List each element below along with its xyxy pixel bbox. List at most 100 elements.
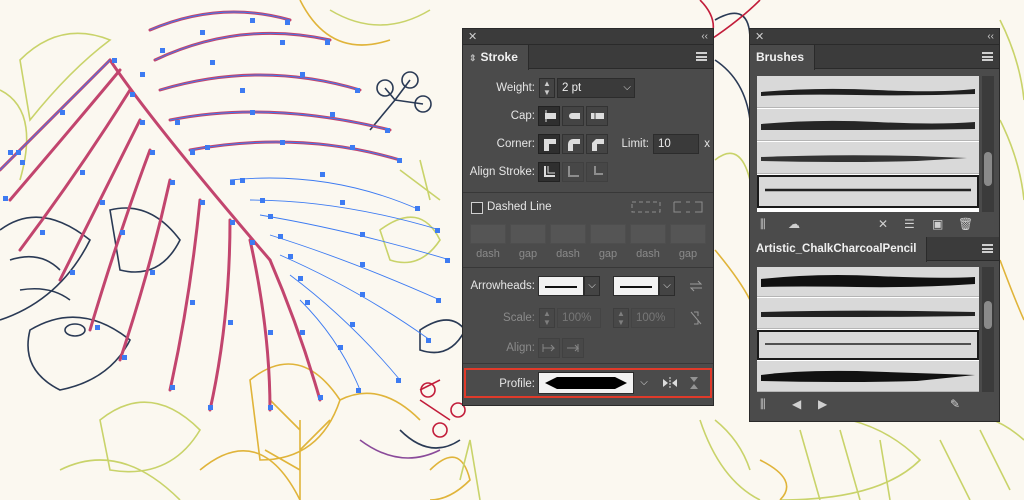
stroke-panel-titlebar[interactable]: ✕ ‹‹ [463,29,713,45]
profile-highlight [464,368,712,398]
start-arrowhead-select[interactable] [538,276,584,296]
weight-stepper[interactable]: ▲ ▼ [539,78,555,98]
align-stroke-center-button[interactable] [538,162,560,182]
brushes-scrollbar[interactable] [982,76,994,212]
close-icon[interactable]: ✕ [755,30,764,44]
expand-options-icon[interactable]: ⇕ [469,53,477,63]
close-icon[interactable]: ✕ [468,30,477,44]
dash-input-2[interactable] [550,224,586,244]
swap-arrowheads-button[interactable] [685,276,707,296]
dashed-line-checkbox[interactable] [471,202,483,214]
start-scale-input[interactable]: 100% [557,308,601,328]
unlink-icon [690,311,702,325]
divider [463,192,713,193]
gap-input-1[interactable] [510,224,546,244]
library-tabrow: Artistic_ChalkCharcoalPencil [750,237,999,262]
scale-stepper-1[interactable]: ▲ ▼ [539,308,555,328]
align-stroke-outside-button[interactable] [586,162,608,182]
scroll-thumb[interactable] [984,301,992,329]
limit-unit: x [704,138,710,150]
round-join-button[interactable] [562,134,584,154]
weight-label: Weight: [496,82,535,94]
library-brush-item[interactable] [757,298,979,329]
chevron-down-icon[interactable]: ⌵ [623,79,631,97]
weight-value: 2 pt [562,82,582,94]
gap-label: gap [598,248,618,260]
brushes-toolbar: ⫼ ☁ ✕ ☰ ▣ 🗑 [750,214,999,234]
stroke-panel: ✕ ‹‹ ⇕ Stroke Weight: ▲ ▼ 2 pt ⌵ Cap: Corne… [462,28,714,406]
miter-join-button[interactable] [538,134,560,154]
library-scrollbar[interactable] [982,267,994,392]
dash-input-1[interactable] [470,224,506,244]
next-library-icon[interactable]: ▶ [818,398,827,410]
brush-item[interactable] [757,109,979,141]
scale-stepper-2[interactable]: ▲ ▼ [613,308,629,328]
gap-input-2[interactable] [590,224,626,244]
brush-libraries-menu-icon[interactable]: ⫼ [760,398,766,410]
arrow-place-icon [567,344,580,352]
projecting-cap-button[interactable] [586,106,608,126]
panel-menu-icon[interactable] [696,52,707,61]
collapse-icon[interactable]: ‹‹ [987,30,994,44]
bevel-join-button[interactable] [586,134,608,154]
start-arrowhead-dropdown[interactable]: ⌵ [584,276,600,296]
preserve-dashes-button[interactable] [629,197,663,217]
align-stroke-label: Align Stroke: [469,166,535,178]
brush-item[interactable] [757,142,979,174]
chalk-medium-stroke [761,310,975,317]
library-brush-item[interactable] [757,361,979,392]
round-join-icon [568,139,580,151]
panel-menu-icon[interactable] [982,244,993,253]
divider [463,267,713,268]
tab-brushes[interactable]: Brushes [750,45,816,70]
tab-stroke[interactable]: ⇕ Stroke [463,45,529,70]
limit-input[interactable]: 10 [653,134,699,154]
libraries-panel-icon[interactable]: ☁ [788,218,800,230]
arrow-extend-icon [542,344,556,352]
dash-align-icon [673,201,703,213]
brushes-panel-titlebar[interactable]: ✕ ‹‹ [750,29,999,45]
pencil-brush-stroke [761,155,967,162]
align-arrow-extend-button[interactable] [538,338,560,358]
swap-icon [689,280,703,292]
scale-label: Scale: [503,312,535,324]
remove-brush-stroke-icon[interactable]: ✕ [878,218,888,230]
scroll-thumb[interactable] [984,152,992,186]
brush-item-selected[interactable] [757,175,979,208]
dash-preserve-icon [631,201,661,213]
charcoal-tapered-stroke [761,370,975,382]
link-scale-button[interactable] [685,308,707,328]
add-to-brushes-icon[interactable]: ✎ [950,398,960,410]
dashed-line-label: Dashed Line [487,201,552,213]
align-stroke-inside-button[interactable] [562,162,584,182]
dash-input-3[interactable] [630,224,666,244]
butt-cap-button[interactable] [538,106,560,126]
bevel-join-icon [592,139,604,151]
arrowheads-label: Arrowheads: [470,280,535,292]
collapse-icon[interactable]: ‹‹ [701,30,708,44]
previous-library-icon[interactable]: ◀ [792,398,801,410]
corner-label: Corner: [496,138,535,150]
align-dashes-button[interactable] [671,197,705,217]
brush-libraries-menu-icon[interactable]: ⫼ [760,218,766,230]
delete-brush-icon[interactable]: 🗑 [958,218,973,230]
weight-input[interactable]: 2 pt ⌵ [557,78,635,98]
round-cap-button[interactable] [562,106,584,126]
library-brush-item[interactable] [757,267,979,297]
brush-item[interactable] [757,76,979,108]
tab-brushes-label: Brushes [756,50,805,64]
gap-input-3[interactable] [670,224,706,244]
end-scale-input[interactable]: 100% [631,308,675,328]
new-brush-icon[interactable]: ▣ [932,218,943,230]
align-inside-icon [568,166,579,177]
align-arrow-place-button[interactable] [562,338,584,358]
gap-label: gap [678,248,698,260]
library-brush-item-selected[interactable] [757,330,979,360]
end-arrowhead-select[interactable] [613,276,659,296]
panel-menu-icon[interactable] [982,52,993,61]
end-arrowhead-dropdown[interactable]: ⌵ [659,276,675,296]
limit-label: Limit: [621,138,649,150]
cap-label: Cap: [510,110,535,122]
tab-artistic-chalk-charcoal-pencil[interactable]: Artistic_ChalkCharcoalPencil [750,237,928,262]
options-of-selected-object-icon[interactable]: ☰ [904,218,915,230]
